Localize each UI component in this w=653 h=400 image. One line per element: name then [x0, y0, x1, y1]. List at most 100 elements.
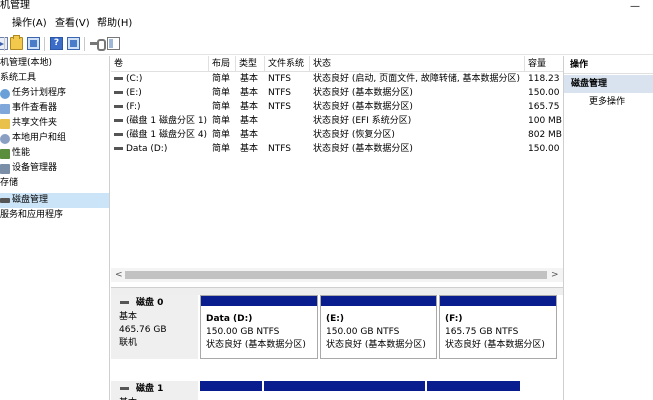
tree-item-label: 共享文件夹 [12, 118, 58, 128]
tree-item-device-manager[interactable]: 设备管理器 [0, 161, 109, 176]
cell-filesystem: NTFS [268, 74, 291, 84]
scroll-right-icon[interactable]: > [551, 269, 559, 281]
cell-status: 状态良好 (恢复分区) [313, 130, 395, 140]
cell-filesystem [268, 128, 308, 142]
column-header-layout[interactable]: 布局 [209, 56, 236, 72]
partition-status: 状态良好 (基本数据分区) [445, 340, 545, 350]
partition-e[interactable]: (E:) 150.00 GB NTFS 状态良好 (基本数据分区) [320, 295, 437, 359]
tree-item-task-scheduler[interactable]: 任务计划程序 [0, 86, 109, 101]
table-row[interactable]: (磁盘 1 磁盘分区 4) 简单 基本 状态良好 (恢复分区) 802 MB [111, 128, 563, 142]
disk-state: 联机 [119, 338, 138, 348]
menu-view[interactable]: 查看(V) [55, 18, 90, 30]
tree-item-storage[interactable]: 存储 [0, 176, 109, 191]
scrollbar-thumb[interactable] [125, 271, 547, 279]
scroll-left-icon[interactable]: < [115, 269, 123, 281]
partition-detail: 150.00 GB NTFS [326, 327, 400, 337]
pane-splitter[interactable] [111, 287, 563, 295]
partition-name: Data (D:) [206, 314, 253, 324]
cell-type: 基本 [240, 74, 259, 84]
disk-name: 磁盘 0 [136, 298, 164, 308]
table-row[interactable]: (C:) 简单 基本 NTFS 状态良好 (启动, 页面文件, 故障转储, 基本… [111, 72, 563, 86]
tree-item-performance[interactable]: 性能 [0, 146, 109, 161]
folder-icon[interactable] [10, 35, 23, 50]
cell-volume: (F:) [126, 102, 141, 112]
disk-map: 磁盘 0 基本 465.76 GB 联机 Data (D:) 150.00 GB… [111, 295, 563, 400]
tree-item-computer-management[interactable]: 机管理(本地) [0, 56, 109, 71]
partition-bar [440, 296, 556, 306]
cell-layout: 简单 [212, 88, 231, 98]
cell-type: 基本 [240, 116, 259, 126]
tree-item-label: 事件查看器 [12, 103, 58, 113]
minimize-button[interactable]: — [630, 2, 640, 12]
partition-f[interactable]: (F:) 165.75 GB NTFS 状态良好 (基本数据分区) [439, 295, 557, 359]
tree-item-services-and-applications[interactable]: 服务和应用程序 [0, 208, 109, 223]
disk-1-info[interactable]: 磁盘 1 基本 [111, 381, 198, 400]
cell-layout: 简单 [212, 74, 231, 84]
tree-item-label: 系统工具 [0, 73, 37, 83]
partition-bar [201, 296, 317, 306]
partition-status: 状态良好 (基本数据分区) [206, 340, 306, 350]
cell-layout: 简单 [212, 144, 231, 154]
partition-name: (F:) [445, 314, 463, 324]
column-header-filesystem[interactable]: 文件系统 [265, 56, 310, 72]
tree-item-label: 服务和应用程序 [0, 210, 64, 220]
tree-item-label: 本地用户和组 [12, 133, 67, 143]
menu-help[interactable]: 帮助(H) [97, 18, 132, 30]
partition-bar[interactable] [264, 381, 425, 391]
table-row[interactable]: Data (D:) 简单 基本 NTFS 状态良好 (基本数据分区) 150.0… [111, 142, 563, 156]
partition-bar[interactable] [427, 381, 520, 391]
toolbar-separator [4, 37, 5, 51]
help-icon[interactable]: ? [50, 37, 63, 50]
action-pane-icon[interactable] [107, 37, 120, 50]
actions-section-label: 磁盘管理 [571, 79, 608, 89]
shared-folder-icon [0, 119, 10, 129]
cell-capacity: 100 MB [528, 116, 562, 126]
tree-item-event-viewer[interactable]: 事件查看器 [0, 101, 109, 116]
partition-bar[interactable] [200, 381, 262, 391]
tree-item-shared-folders[interactable]: 共享文件夹 [0, 116, 109, 131]
column-header-capacity[interactable]: 容量 [525, 56, 563, 72]
column-header-volume[interactable]: 卷 [111, 56, 209, 72]
cell-status: 状态良好 (启动, 页面文件, 故障转储, 基本数据分区) [313, 74, 521, 84]
more-actions-link[interactable]: 更多操作 [589, 96, 625, 108]
toolbar: ? [0, 33, 653, 55]
tree-item-local-users[interactable]: 本地用户和组 [0, 131, 109, 146]
horizontal-scrollbar[interactable]: < > [111, 268, 563, 282]
console-tree: 机管理(本地) 系统工具 任务计划程序 事件查看器 共享文件夹 本地用户和组 性… [0, 56, 110, 400]
performance-icon [0, 149, 10, 159]
disk-type: 基本 [119, 312, 138, 322]
cell-status: 状态良好 (EFI 系统分区) [313, 116, 412, 126]
actions-section-disk-management[interactable]: 磁盘管理 [564, 75, 653, 93]
tree-item-system-tools[interactable]: 系统工具 [0, 71, 109, 86]
tree-item-label: 磁盘管理 [12, 195, 49, 205]
disk-name: 磁盘 1 [136, 384, 164, 394]
cell-filesystem [268, 114, 308, 128]
volume-icon [114, 91, 123, 94]
tree-item-disk-management[interactable]: 磁盘管理 [0, 193, 109, 208]
table-row[interactable]: (磁盘 1 磁盘分区 1) 简单 基本 状态良好 (EFI 系统分区) 100 … [111, 114, 563, 128]
toolbar-separator [44, 37, 45, 51]
table-row[interactable]: (E:) 简单 基本 NTFS 状态良好 (基本数据分区) 150.00 [111, 86, 563, 100]
cell-type: 基本 [240, 144, 259, 154]
console-tree-icon[interactable] [27, 37, 40, 50]
disk-0-info[interactable]: 磁盘 0 基本 465.76 GB 联机 [111, 295, 198, 359]
window-title: 机管理 [0, 0, 30, 11]
column-header-status[interactable]: 状态 [310, 56, 525, 72]
partition-detail: 150.00 GB NTFS [206, 327, 280, 337]
volume-icon [114, 77, 123, 80]
cell-status: 状态良好 (基本数据分区) [313, 88, 413, 98]
disk-management-icon [0, 198, 10, 203]
tree-item-label: 任务计划程序 [12, 88, 67, 98]
actions-header-label: 操作 [570, 60, 589, 70]
cell-volume: (E:) [126, 88, 142, 98]
key-icon[interactable] [90, 37, 106, 51]
users-icon [0, 134, 10, 144]
partition-data-d[interactable]: Data (D:) 150.00 GB NTFS 状态良好 (基本数据分区) [200, 295, 318, 359]
column-header-type[interactable]: 类型 [236, 56, 265, 72]
properties-icon[interactable] [67, 37, 80, 50]
menu-action[interactable]: 操作(A) [12, 18, 47, 30]
disk-icon [120, 387, 129, 390]
table-row[interactable]: (F:) 简单 基本 NTFS 状态良好 (基本数据分区) 165.75 [111, 100, 563, 114]
tree-item-label: 机管理(本地) [0, 58, 53, 68]
cell-filesystem: NTFS [268, 88, 291, 98]
